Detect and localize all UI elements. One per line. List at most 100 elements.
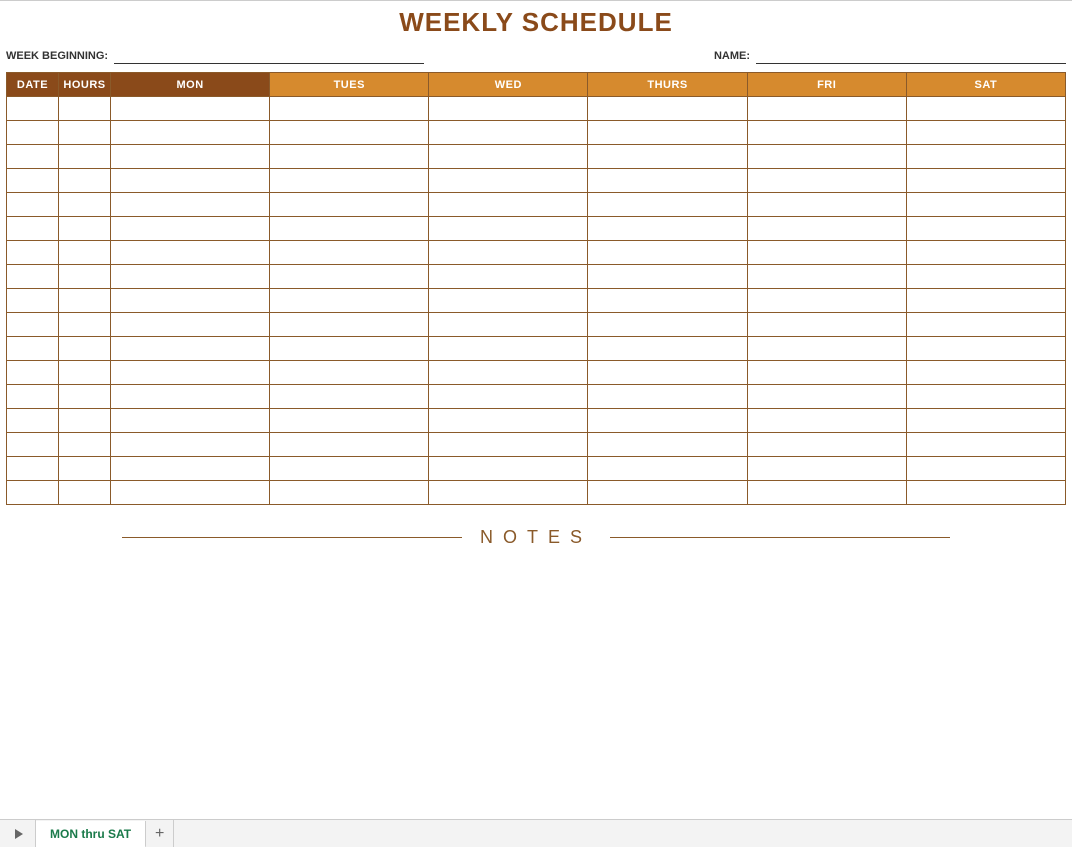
cell[interactable]: [7, 481, 59, 505]
cell[interactable]: [111, 289, 270, 313]
cell[interactable]: [270, 361, 429, 385]
cell[interactable]: [59, 145, 111, 169]
cell[interactable]: [429, 121, 588, 145]
cell[interactable]: [270, 313, 429, 337]
cell[interactable]: [588, 265, 747, 289]
cell[interactable]: [429, 457, 588, 481]
cell[interactable]: [111, 265, 270, 289]
cell[interactable]: [59, 265, 111, 289]
cell[interactable]: [588, 169, 747, 193]
name-input[interactable]: [756, 46, 1066, 64]
cell[interactable]: [747, 481, 906, 505]
tab-nav-button[interactable]: [0, 820, 36, 847]
cell[interactable]: [111, 457, 270, 481]
cell[interactable]: [747, 265, 906, 289]
cell[interactable]: [906, 193, 1065, 217]
cell[interactable]: [270, 145, 429, 169]
cell[interactable]: [906, 385, 1065, 409]
cell[interactable]: [588, 337, 747, 361]
cell[interactable]: [906, 289, 1065, 313]
cell[interactable]: [429, 169, 588, 193]
cell[interactable]: [59, 481, 111, 505]
cell[interactable]: [429, 337, 588, 361]
cell[interactable]: [7, 121, 59, 145]
cell[interactable]: [111, 337, 270, 361]
cell[interactable]: [270, 337, 429, 361]
cell[interactable]: [429, 145, 588, 169]
cell[interactable]: [429, 241, 588, 265]
cell[interactable]: [747, 241, 906, 265]
cell[interactable]: [429, 265, 588, 289]
cell[interactable]: [59, 337, 111, 361]
cell[interactable]: [747, 361, 906, 385]
cell[interactable]: [111, 361, 270, 385]
cell[interactable]: [59, 193, 111, 217]
cell[interactable]: [59, 361, 111, 385]
cell[interactable]: [270, 481, 429, 505]
cell[interactable]: [747, 193, 906, 217]
cell[interactable]: [59, 433, 111, 457]
cell[interactable]: [429, 313, 588, 337]
cell[interactable]: [588, 241, 747, 265]
cell[interactable]: [7, 265, 59, 289]
cell[interactable]: [588, 409, 747, 433]
cell[interactable]: [588, 457, 747, 481]
cell[interactable]: [7, 145, 59, 169]
cell[interactable]: [429, 361, 588, 385]
cell[interactable]: [588, 121, 747, 145]
cell[interactable]: [111, 145, 270, 169]
cell[interactable]: [906, 217, 1065, 241]
cell[interactable]: [747, 409, 906, 433]
cell[interactable]: [906, 313, 1065, 337]
cell[interactable]: [270, 265, 429, 289]
cell[interactable]: [429, 217, 588, 241]
cell[interactable]: [59, 409, 111, 433]
cell[interactable]: [906, 169, 1065, 193]
cell[interactable]: [270, 217, 429, 241]
cell[interactable]: [429, 289, 588, 313]
cell[interactable]: [111, 217, 270, 241]
cell[interactable]: [111, 193, 270, 217]
cell[interactable]: [111, 313, 270, 337]
cell[interactable]: [906, 337, 1065, 361]
cell[interactable]: [59, 217, 111, 241]
week-beginning-input[interactable]: [114, 46, 424, 64]
cell[interactable]: [270, 121, 429, 145]
cell[interactable]: [7, 217, 59, 241]
cell[interactable]: [7, 361, 59, 385]
cell[interactable]: [906, 241, 1065, 265]
cell[interactable]: [747, 457, 906, 481]
cell[interactable]: [588, 433, 747, 457]
cell[interactable]: [111, 121, 270, 145]
cell[interactable]: [588, 385, 747, 409]
cell[interactable]: [7, 193, 59, 217]
cell[interactable]: [7, 409, 59, 433]
cell[interactable]: [747, 217, 906, 241]
cell[interactable]: [7, 169, 59, 193]
cell[interactable]: [59, 97, 111, 121]
cell[interactable]: [59, 313, 111, 337]
cell[interactable]: [906, 265, 1065, 289]
cell[interactable]: [7, 289, 59, 313]
sheet-tab-active[interactable]: MON thru SAT: [36, 821, 146, 847]
cell[interactable]: [7, 385, 59, 409]
cell[interactable]: [111, 481, 270, 505]
cell[interactable]: [588, 289, 747, 313]
cell[interactable]: [111, 97, 270, 121]
cell[interactable]: [747, 313, 906, 337]
cell[interactable]: [270, 433, 429, 457]
cell[interactable]: [588, 145, 747, 169]
cell[interactable]: [270, 409, 429, 433]
cell[interactable]: [906, 409, 1065, 433]
cell[interactable]: [7, 433, 59, 457]
cell[interactable]: [747, 337, 906, 361]
cell[interactable]: [59, 289, 111, 313]
cell[interactable]: [270, 457, 429, 481]
cell[interactable]: [270, 385, 429, 409]
cell[interactable]: [270, 241, 429, 265]
cell[interactable]: [747, 433, 906, 457]
cell[interactable]: [588, 313, 747, 337]
cell[interactable]: [111, 409, 270, 433]
cell[interactable]: [7, 457, 59, 481]
cell[interactable]: [906, 97, 1065, 121]
